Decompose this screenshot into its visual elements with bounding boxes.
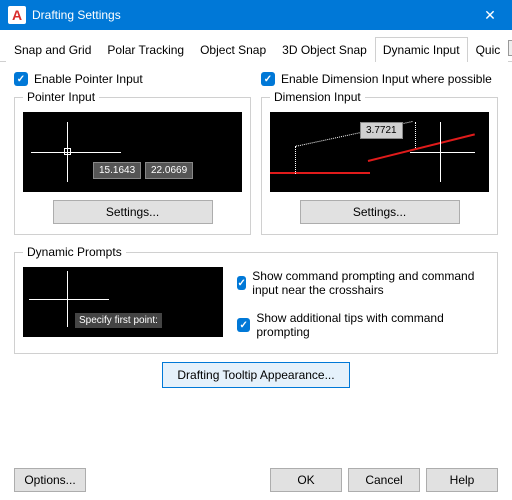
pointer-coord-y: 22.0669 (145, 162, 193, 179)
pointer-input-legend: Pointer Input (23, 90, 99, 104)
show-additional-tips-label: Show additional tips with command prompt… (256, 311, 489, 339)
drafting-tooltip-appearance-button[interactable]: Drafting Tooltip Appearance... (162, 362, 349, 388)
tab-3d-object-snap[interactable]: 3D Object Snap (274, 37, 375, 62)
show-command-prompting-checkbox[interactable]: ✓ Show command prompting and command inp… (237, 269, 489, 297)
checkmark-icon: ✓ (237, 276, 246, 290)
tab-bar: Snap and Grid Polar Tracking Object Snap… (0, 30, 512, 62)
dimension-input-preview: 3.7721 (270, 112, 489, 192)
tab-dynamic-input[interactable]: Dynamic Input (375, 37, 468, 62)
titlebar: A Drafting Settings ✕ (0, 0, 512, 30)
dynamic-prompts-legend: Dynamic Prompts (23, 245, 126, 259)
checkmark-icon: ✓ (14, 72, 28, 86)
tab-quick-properties-truncated[interactable]: Quic (468, 37, 509, 62)
app-logo-icon: A (8, 6, 26, 24)
pointer-coord-x: 15.1643 (93, 162, 141, 179)
pointer-input-preview: 15.1643 22.0669 (23, 112, 242, 192)
tab-object-snap[interactable]: Object Snap (192, 37, 274, 62)
checkmark-icon: ✓ (261, 72, 275, 86)
tab-scroll-left-icon[interactable]: ◄ (508, 40, 512, 56)
enable-pointer-label: Enable Pointer Input (34, 72, 143, 86)
dimension-value: 3.7721 (360, 122, 403, 139)
ok-button[interactable]: OK (270, 468, 342, 492)
checkmark-icon: ✓ (237, 318, 250, 332)
pointer-settings-button[interactable]: Settings... (53, 200, 213, 224)
dimension-input-group: Dimension Input 3.7721 Settings... (261, 90, 498, 235)
show-additional-tips-checkbox[interactable]: ✓ Show additional tips with command prom… (237, 311, 489, 339)
enable-dimension-input-checkbox[interactable]: ✓ Enable Dimension Input where possible (261, 72, 498, 86)
show-command-prompting-label: Show command prompting and command input… (252, 269, 489, 297)
tab-snap-and-grid[interactable]: Snap and Grid (6, 37, 99, 62)
dimension-input-legend: Dimension Input (270, 90, 365, 104)
enable-dimension-label: Enable Dimension Input where possible (281, 72, 492, 86)
window-title: Drafting Settings (32, 8, 468, 22)
dimension-settings-button[interactable]: Settings... (300, 200, 460, 224)
dynamic-prompts-group: Dynamic Prompts Specify first point: ✓ S… (14, 245, 498, 354)
cancel-button[interactable]: Cancel (348, 468, 420, 492)
prompt-preview-text: Specify first point: (75, 313, 162, 328)
enable-pointer-input-checkbox[interactable]: ✓ Enable Pointer Input (14, 72, 251, 86)
dialog-footer: Options... OK Cancel Help (0, 468, 512, 492)
options-button[interactable]: Options... (14, 468, 86, 492)
dynamic-prompts-preview: Specify first point: (23, 267, 223, 337)
close-icon[interactable]: ✕ (468, 0, 512, 30)
tab-polar-tracking[interactable]: Polar Tracking (99, 37, 192, 62)
help-button[interactable]: Help (426, 468, 498, 492)
pointer-input-group: Pointer Input 15.1643 22.0669 Settings..… (14, 90, 251, 235)
